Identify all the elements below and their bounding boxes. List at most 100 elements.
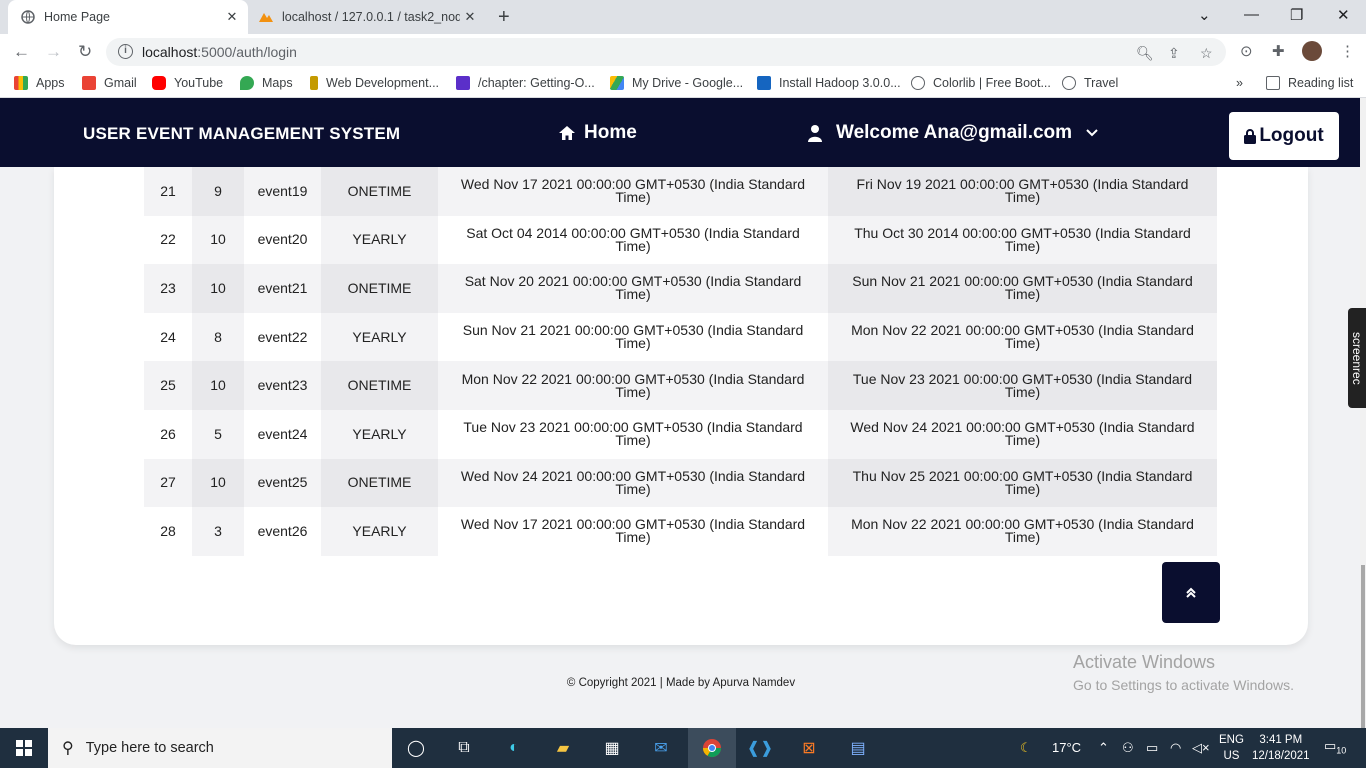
- menu-icon[interactable]: ⋮: [1340, 42, 1355, 60]
- bookmark-colorlib[interactable]: Colorlib | Free Boot...: [911, 76, 1051, 90]
- cell-id: 23: [144, 264, 192, 313]
- cell-end: Wed Nov 24 2021 00:00:00 GMT+0530 (India…: [828, 409, 1217, 459]
- cell-name: event25: [244, 458, 321, 508]
- cell-start: Wed Nov 24 2021 00:00:00 GMT+0530 (India…: [438, 458, 828, 508]
- brand-title[interactable]: USER EVENT MANAGEMENT SYSTEM: [83, 124, 400, 144]
- table-row: 24 8 event22 YEARLY Sun Nov 21 2021 00:00:00…: [144, 312, 1217, 362]
- cell-start: Sun Nov 21 2021 00:00:00 GMT+0530 (India…: [462, 322, 804, 352]
- minimize-button[interactable]: —: [1244, 6, 1259, 23]
- mail-icon[interactable]: ✉: [649, 736, 673, 760]
- tab-title: Home Page: [44, 10, 111, 24]
- share-icon[interactable]: ⇪: [1168, 45, 1180, 62]
- cell-type: YEARLY: [321, 507, 438, 556]
- google-drive-icon: [610, 76, 624, 90]
- cell-type: ONETIME: [321, 264, 438, 313]
- cell-start: Tue Nov 23 2021 00:00:00 GMT+0530 (India…: [463, 419, 803, 449]
- more-bookmarks-button[interactable]: »: [1236, 76, 1243, 90]
- bookmark-install-hadoop[interactable]: Install Hadoop 3.0.0...: [757, 76, 901, 90]
- cell-type: YEARLY: [321, 215, 438, 265]
- back-icon[interactable]: ←: [13, 42, 30, 62]
- bookmark-travel[interactable]: Travel: [1062, 76, 1118, 90]
- reload-icon[interactable]: ↻: [78, 42, 92, 62]
- table-row: 22 10 event20 YEARLY Sat Oct 04 2014 00:00:0…: [144, 215, 1217, 265]
- scroll-to-top-button[interactable]: [1162, 562, 1220, 623]
- bookmark-chapter[interactable]: /chapter: Getting-O...: [456, 76, 595, 90]
- browser-tab-strip: Home Page ✕ localhost / 127.0.0.1 / task…: [0, 0, 1366, 34]
- address-bar[interactable]: i localhost:5000/auth/login 🔍︎ ⇪ ☆: [106, 38, 1226, 66]
- cell-user: 9: [192, 167, 244, 216]
- zoom-icon[interactable]: 🔍︎: [1136, 45, 1154, 62]
- bookmark-maps[interactable]: Maps: [240, 76, 293, 90]
- forward-icon[interactable]: →: [45, 42, 62, 62]
- info-icon[interactable]: i: [118, 44, 133, 59]
- app-window-icon[interactable]: ▤: [846, 736, 870, 760]
- bookmark-gmail[interactable]: Gmail: [82, 76, 137, 90]
- cell-start: Mon Nov 22 2021 00:00:00 GMT+0530 (India…: [438, 361, 828, 410]
- chrome-icon[interactable]: [700, 736, 724, 760]
- bookmark-apps[interactable]: Apps: [14, 76, 65, 90]
- wifi-icon[interactable]: ◠: [1170, 740, 1181, 756]
- bookmark-youtube[interactable]: YouTube: [152, 76, 223, 90]
- url-text[interactable]: localhost:5000/auth/login: [142, 44, 297, 60]
- new-tab-button[interactable]: +: [498, 6, 510, 29]
- tab-phpmyadmin[interactable]: localhost / 127.0.0.1 / task2_node ✕: [250, 0, 486, 34]
- table-row: 25 10 event23 ONETIME Mon Nov 22 2021 00:00:…: [144, 361, 1217, 410]
- activate-windows-watermark: Activate Windows Go to Settings to activ…: [1073, 652, 1294, 693]
- logout-button[interactable]: Logout: [1229, 112, 1339, 160]
- user-dropdown[interactable]: Welcome Ana@gmail.com: [808, 122, 1098, 144]
- globe-icon: [20, 9, 36, 25]
- globe-icon: [1062, 76, 1076, 90]
- tray-chevron-up-icon[interactable]: ⌃: [1098, 740, 1109, 756]
- meet-now-icon[interactable]: ⚇: [1122, 740, 1134, 756]
- bookmark-my-drive[interactable]: My Drive - Google...: [610, 76, 743, 90]
- close-window-button[interactable]: ✕: [1337, 6, 1350, 24]
- cell-name: event19: [244, 167, 321, 216]
- bookmark-web-development[interactable]: Web Development...: [310, 76, 439, 90]
- cell-type: ONETIME: [321, 458, 438, 508]
- scrollbar-thumb[interactable]: [1361, 565, 1365, 728]
- store-icon[interactable]: ▦: [600, 736, 624, 760]
- home-link[interactable]: Home: [558, 122, 637, 144]
- edge-icon[interactable]: ◐: [502, 736, 526, 760]
- weather-temperature[interactable]: 17°C: [1052, 740, 1081, 755]
- language-indicator[interactable]: ENG US: [1219, 732, 1244, 764]
- notifications-icon[interactable]: ▭10: [1324, 738, 1346, 756]
- xampp-icon[interactable]: ⊠: [797, 736, 821, 760]
- extension-icon[interactable]: ⊙: [1240, 42, 1253, 60]
- table-row: 28 3 event26 YEARLY Wed Nov 17 2021 00:00:00…: [144, 507, 1217, 556]
- search-icon: ⚲: [62, 740, 74, 757]
- user-icon: [808, 125, 822, 142]
- k-logo-icon: [757, 76, 771, 90]
- reading-list-button[interactable]: Reading list: [1266, 76, 1353, 90]
- cell-type: YEARLY: [321, 409, 438, 459]
- volume-icon[interactable]: ◁×: [1192, 740, 1210, 756]
- cell-name: event22: [257, 328, 308, 345]
- cell-id: 24: [160, 328, 176, 345]
- cell-id: 25: [144, 361, 192, 410]
- close-tab-icon[interactable]: ✕: [222, 9, 242, 25]
- tab-home-page[interactable]: Home Page ✕: [8, 0, 248, 34]
- cell-user: 10: [192, 264, 244, 313]
- screenrec-widget[interactable]: screenrec: [1348, 308, 1366, 408]
- vscode-icon[interactable]: ❰❱: [747, 736, 774, 760]
- puzzle-icon[interactable]: ✚: [1272, 42, 1285, 60]
- cell-name: event20: [257, 231, 308, 248]
- table-row: 21 9 event19 ONETIME Wed Nov 17 2021 00:00:0…: [144, 167, 1217, 216]
- taskbar-search[interactable]: ⚲ Type here to search: [48, 728, 392, 768]
- profile-avatar[interactable]: [1302, 41, 1322, 61]
- taskbar-clock[interactable]: 3:41 PM 12/18/2021: [1252, 732, 1310, 764]
- file-explorer-icon[interactable]: ▰: [551, 736, 575, 760]
- chevron-down-icon: [1086, 129, 1098, 137]
- restore-button[interactable]: ❐: [1290, 6, 1303, 24]
- task-view-icon[interactable]: ⧉: [452, 736, 476, 760]
- cell-id: 28: [160, 522, 176, 539]
- cortana-icon[interactable]: ◯: [404, 736, 428, 760]
- windows-start-button[interactable]: [0, 728, 48, 768]
- weather-icon[interactable]: ☾: [1020, 740, 1032, 756]
- tab-title: localhost / 127.0.0.1 / task2_node: [282, 10, 460, 24]
- browser-toolbar: ← → ↻ i localhost:5000/auth/login 🔍︎ ⇪ ☆…: [0, 34, 1366, 70]
- close-tab-icon[interactable]: ✕: [460, 9, 480, 25]
- battery-icon[interactable]: ▭: [1146, 740, 1158, 756]
- chevron-down-icon[interactable]: ⌄: [1198, 6, 1211, 24]
- bookmark-star-icon[interactable]: ☆: [1200, 45, 1213, 62]
